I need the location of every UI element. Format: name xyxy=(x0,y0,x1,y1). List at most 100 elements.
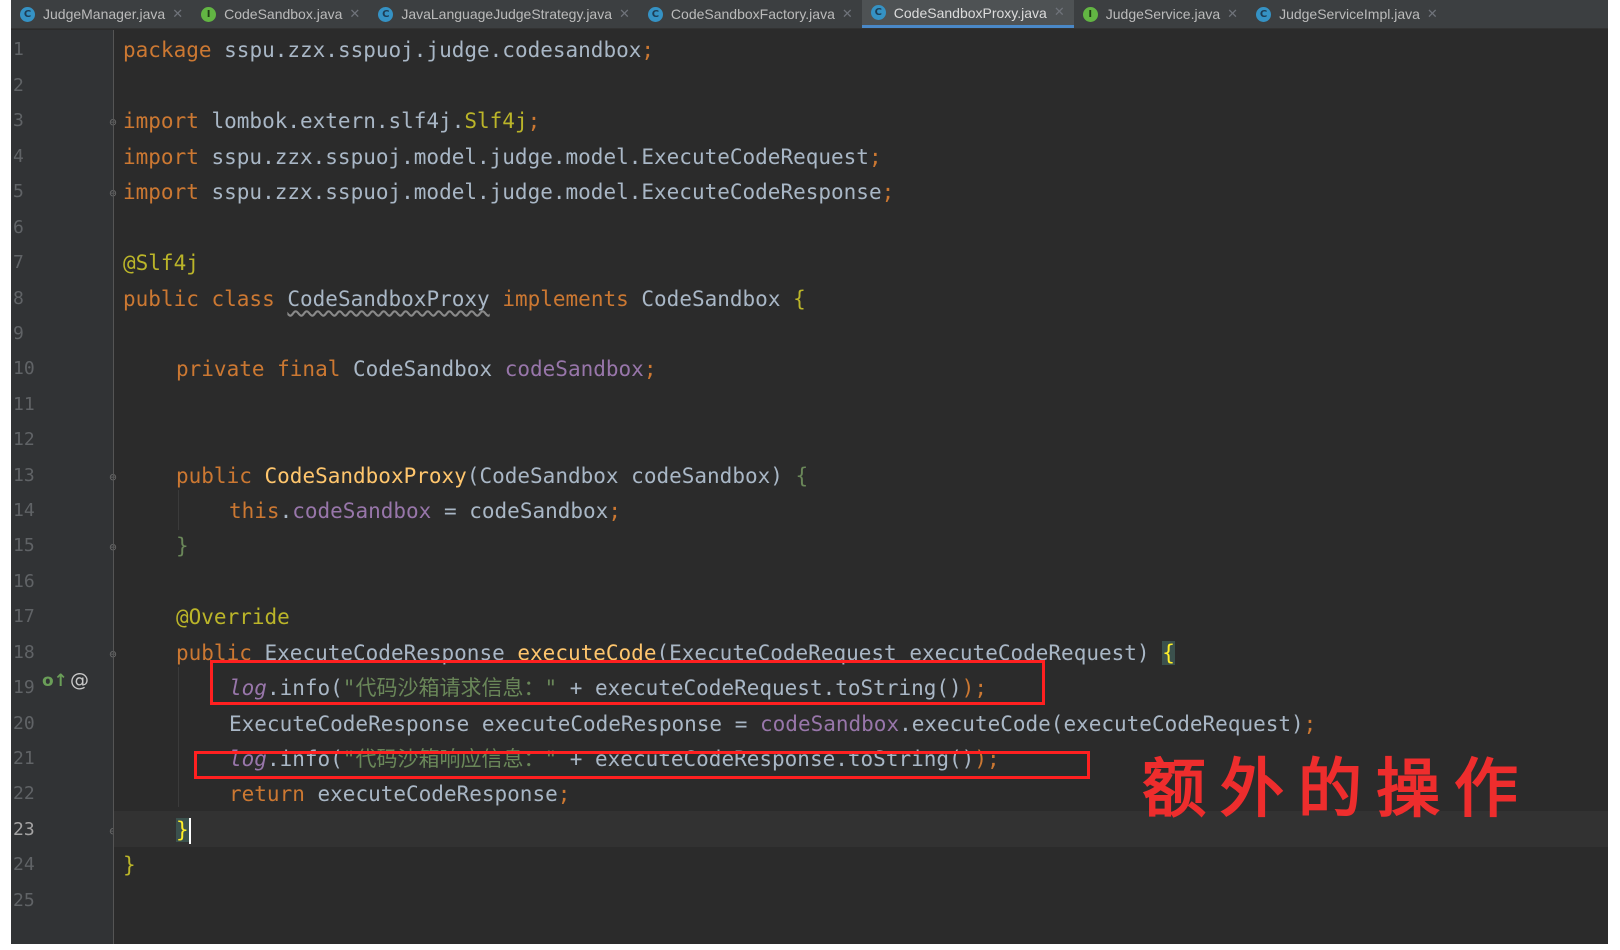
tab-codesandboxproxy[interactable]: CodeSandboxProxy.java ✕ xyxy=(861,0,1074,28)
highlight-box-request-log xyxy=(210,660,1045,705)
code-line-10[interactable]: private final CodeSandbox codeSandbox; xyxy=(176,351,656,387)
type-name: CodeSandbox xyxy=(353,357,505,381)
matched-brace: { xyxy=(1162,641,1175,665)
field-name: codeSandbox xyxy=(292,499,432,523)
tab-label: JudgeService.java xyxy=(1105,6,1221,22)
keyword: public xyxy=(176,464,265,488)
brace: } xyxy=(176,534,189,558)
tab-javalanguagejudgestrategy[interactable]: JavaLanguageJudgeStrategy.java ✕ xyxy=(369,0,639,28)
import-path: sspu.zzx.sspuoj.model.judge.model.Execut… xyxy=(198,145,869,169)
import-path: lombok.extern.slf4j. xyxy=(198,109,465,133)
line-number-gutter[interactable]: 1 2 3 4 5 6 7 8 9 10 11 12 13 14 15 16 1… xyxy=(11,30,117,944)
tab-codesandboxfactory[interactable]: CodeSandboxFactory.java ✕ xyxy=(639,0,862,28)
line-number: 14 xyxy=(13,500,35,521)
line-number: 3 xyxy=(13,110,24,131)
indent-guide xyxy=(178,667,179,807)
return-value: executeCodeResponse xyxy=(317,782,558,806)
java-class-icon xyxy=(20,6,35,22)
semicolon: ; xyxy=(608,499,621,523)
code-line-5[interactable]: import sspu.zzx.sspuoj.model.judge.model… xyxy=(123,174,894,210)
field-name: codeSandbox xyxy=(504,357,644,381)
keyword: public class xyxy=(123,287,288,311)
semicolon: ; xyxy=(868,145,882,169)
code-line-22[interactable]: return executeCodeResponse; xyxy=(229,776,570,812)
semicolon: ; xyxy=(527,109,541,133)
close-icon[interactable]: ✕ xyxy=(619,7,630,22)
annotation: @Override xyxy=(176,605,290,629)
line-number: 25 xyxy=(13,890,35,911)
close-icon[interactable]: ✕ xyxy=(172,7,183,22)
close-icon[interactable]: ✕ xyxy=(1227,7,1238,22)
keyword: import xyxy=(123,180,199,204)
text-cursor xyxy=(188,818,191,844)
code-line-13[interactable]: public CodeSandboxProxy(CodeSandbox code… xyxy=(176,458,808,494)
semicolon: ; xyxy=(557,782,571,806)
line-number: 24 xyxy=(13,854,35,875)
method-call: .executeCode(executeCodeRequest) xyxy=(899,712,1304,736)
code-line-23[interactable]: } xyxy=(176,812,191,848)
close-icon[interactable]: ✕ xyxy=(349,7,360,22)
tab-judgemanager[interactable]: JudgeManager.java ✕ xyxy=(11,0,192,28)
tab-label: JudgeServiceImpl.java xyxy=(1279,6,1420,22)
code-line-20[interactable]: ExecuteCodeResponse executeCodeResponse … xyxy=(229,706,1316,742)
matched-brace: } xyxy=(176,818,189,842)
highlight-box-response-log xyxy=(194,751,1090,779)
tab-judgeserviceimpl[interactable]: JudgeServiceImpl.java ✕ xyxy=(1247,0,1447,28)
line-number-current: 23 xyxy=(13,819,35,840)
class-name: CodeSandboxProxy xyxy=(287,287,490,311)
java-interface-icon xyxy=(1082,6,1098,22)
tab-label: JavaLanguageJudgeStrategy.java xyxy=(401,6,613,22)
interface-name: CodeSandbox xyxy=(641,287,794,311)
line-number: 12 xyxy=(13,429,35,450)
line-number: 8 xyxy=(13,288,24,309)
close-icon[interactable]: ✕ xyxy=(1427,7,1438,22)
line-number: 11 xyxy=(13,394,35,415)
annotation-note: 额外的操作 xyxy=(1142,752,1532,827)
annotation-icon[interactable]: @ xyxy=(70,669,89,691)
import-path: sspu.zzx.sspuoj.model.judge.model.Execut… xyxy=(198,180,882,204)
line-number: 6 xyxy=(13,217,24,238)
assignment: = codeSandbox xyxy=(431,499,609,523)
code-line-14[interactable]: this.codeSandbox = codeSandbox; xyxy=(229,493,621,529)
keyword: import xyxy=(123,109,199,133)
tab-codesandbox[interactable]: CodeSandbox.java ✕ xyxy=(192,0,369,28)
declaration: ExecuteCodeResponse executeCodeResponse … xyxy=(229,712,761,736)
keyword: import xyxy=(123,145,199,169)
tab-label: JudgeManager.java xyxy=(43,6,166,22)
brace: { xyxy=(793,287,806,311)
code-line-24[interactable]: } xyxy=(123,847,136,883)
code-line-17[interactable]: @Override xyxy=(176,599,290,635)
brace: } xyxy=(123,853,136,877)
line-number: 5 xyxy=(13,181,24,202)
keyword: implements xyxy=(489,287,642,311)
semicolon: ; xyxy=(641,38,655,62)
code-line-8[interactable]: public class CodeSandboxProxy implements… xyxy=(123,281,806,317)
close-icon[interactable]: ✕ xyxy=(842,7,853,22)
java-class-icon xyxy=(647,6,663,22)
line-number: 21 xyxy=(13,748,35,769)
close-icon[interactable]: ✕ xyxy=(1054,5,1065,20)
method-name: CodeSandboxProxy xyxy=(264,464,467,488)
package-path: sspu.zzx.sspuoj.judge.codesandbox xyxy=(211,38,642,62)
line-number: 9 xyxy=(13,323,24,344)
line-number: 2 xyxy=(13,75,24,96)
tab-label: CodeSandboxFactory.java xyxy=(670,6,835,22)
code-line-7[interactable]: @Slf4j xyxy=(123,245,199,281)
semicolon: ; xyxy=(643,357,657,381)
tab-judgeservice[interactable]: JudgeService.java ✕ xyxy=(1074,0,1247,28)
line-number: 10 xyxy=(13,358,35,379)
code-line-3[interactable]: import lombok.extern.slf4j.Slf4j; xyxy=(123,103,540,139)
keyword: return xyxy=(229,782,318,806)
keyword: package xyxy=(123,38,212,62)
code-line-4[interactable]: import sspu.zzx.sspuoj.model.judge.model… xyxy=(123,139,882,175)
line-number: 15 xyxy=(13,535,35,556)
java-class-icon xyxy=(378,6,394,22)
override-method-icon[interactable]: o↑ xyxy=(42,671,68,691)
field-name: codeSandbox xyxy=(760,712,900,736)
line-number: 13 xyxy=(13,465,35,486)
code-line-1[interactable]: package sspu.zzx.sspuoj.judge.codesandbo… xyxy=(123,32,654,68)
parameters: (CodeSandbox codeSandbox) xyxy=(466,464,796,488)
keyword: this xyxy=(229,499,280,523)
indent-guide xyxy=(178,490,179,530)
code-line-15[interactable]: } xyxy=(176,528,189,564)
